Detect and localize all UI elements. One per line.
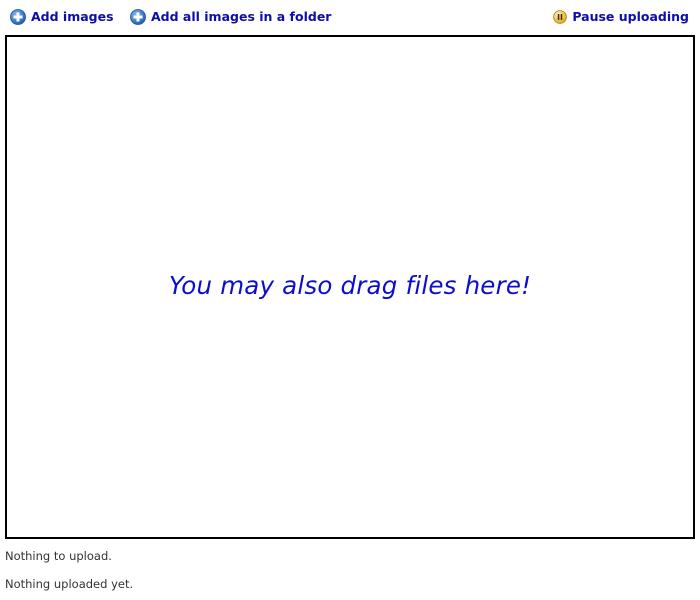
- add-folder-button[interactable]: Add all images in a folder: [130, 9, 331, 25]
- uploaded-status: Nothing uploaded yet.: [5, 577, 134, 591]
- add-folder-label: Add all images in a folder: [151, 9, 332, 24]
- drop-zone-message: You may also drag files here!: [168, 270, 532, 300]
- pause-circle-icon: [553, 10, 568, 24]
- add-images-label: Add images: [31, 9, 114, 24]
- file-drop-zone[interactable]: You may also drag files here!: [5, 35, 695, 539]
- pause-uploading-label: Pause uploading: [572, 9, 689, 24]
- pause-uploading-button[interactable]: Pause uploading: [553, 9, 689, 25]
- plus-circle-icon: [10, 9, 26, 25]
- plus-circle-icon: [130, 9, 146, 25]
- upload-queue-status: Nothing to upload.: [5, 549, 112, 563]
- add-images-button[interactable]: Add images: [10, 9, 114, 25]
- upload-toolbar: Add images Add all images in a folder Pa…: [0, 0, 700, 34]
